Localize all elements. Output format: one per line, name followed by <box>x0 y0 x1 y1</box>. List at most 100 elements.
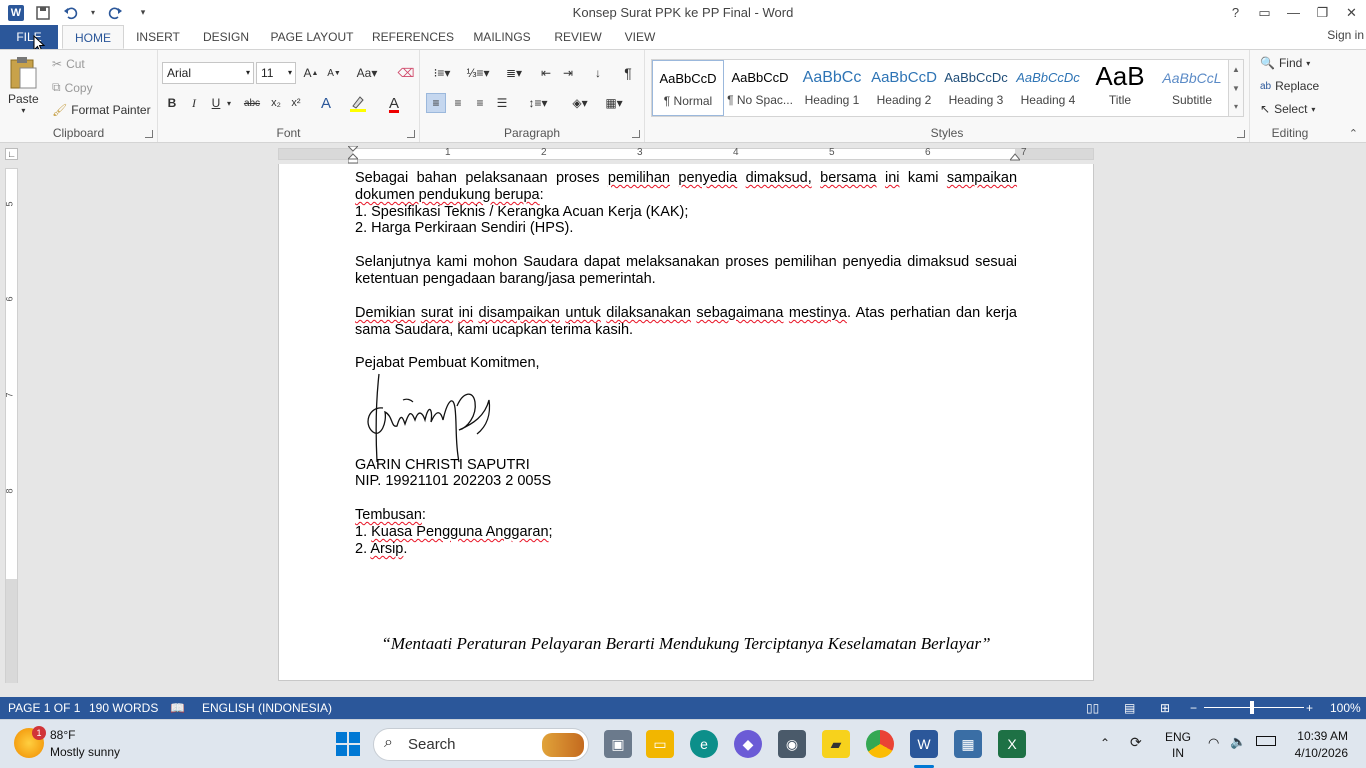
redo-icon[interactable] <box>106 4 124 22</box>
align-left-icon[interactable]: ≡ <box>426 93 446 113</box>
weather-temp[interactable]: 88°F <box>50 728 75 742</box>
save-icon[interactable] <box>34 4 52 22</box>
bullets-icon[interactable]: ⁝≡▾ <box>426 63 458 83</box>
styles-launcher-icon[interactable] <box>1237 130 1245 138</box>
word-logo-icon[interactable]: W <box>8 4 24 21</box>
tab-design[interactable]: DESIGN <box>199 25 253 49</box>
borders-icon[interactable]: ▦▾ <box>600 93 628 113</box>
line-spacing-icon[interactable]: ↕≡▾ <box>524 93 552 113</box>
list-item[interactable]: 2. Harga Perkiraan Sendiri (HPS). <box>355 220 1017 237</box>
format-painter-button[interactable]: 🖌 Format Painter <box>52 103 151 117</box>
chrome-icon[interactable] <box>866 730 894 758</box>
increase-indent-icon[interactable]: ⇥ <box>558 63 578 83</box>
text-effects-icon[interactable]: A <box>316 93 336 113</box>
zoom-slider-thumb[interactable] <box>1250 701 1254 714</box>
cc-item[interactable]: 1. Kuasa Pengguna Anggaran; <box>355 524 1017 541</box>
zoom-out-icon[interactable]: − <box>1190 701 1197 715</box>
language-indicator[interactable]: ENGLISH (INDONESIA) <box>202 701 332 715</box>
paragraph-launcher-icon[interactable] <box>632 130 640 138</box>
show-hidden-icons[interactable]: ⌃ <box>1100 736 1110 750</box>
task-view-icon[interactable]: ▣ <box>604 730 632 758</box>
paragraph-request[interactable]: Selanjutnya kami mohon Saudara dapat mel… <box>355 254 1017 288</box>
web-layout-icon[interactable]: ⊞ <box>1160 701 1170 715</box>
cc-item[interactable]: 2. Arsip. <box>355 541 1017 558</box>
tab-review[interactable]: REVIEW <box>550 25 606 49</box>
file-explorer-icon[interactable]: ▭ <box>646 730 674 758</box>
style-heading-4[interactable]: AaBbCcDc Heading 4 <box>1012 60 1084 116</box>
taskbar-search[interactable]: ⌕ Search <box>373 728 589 761</box>
style-heading-3[interactable]: AaBbCcDc Heading 3 <box>940 60 1012 116</box>
weather-description[interactable]: Mostly sunny <box>50 745 120 759</box>
paragraph-intro[interactable]: Sebagai bahan pelaksanaan proses pemilih… <box>355 170 1017 204</box>
lang-primary[interactable]: ENG <box>1165 730 1191 744</box>
sort-icon[interactable]: ↓ <box>588 63 608 83</box>
decrease-indent-icon[interactable]: ⇤ <box>536 63 556 83</box>
undo-dropdown-icon[interactable]: ▾ <box>90 4 96 22</box>
font-launcher-icon[interactable] <box>407 130 415 138</box>
camera-icon[interactable]: ◉ <box>778 730 806 758</box>
copilot-icon[interactable]: ◆ <box>734 730 762 758</box>
clear-formatting-icon[interactable]: ⌫ <box>396 63 416 83</box>
tab-selector-icon[interactable]: ∟ <box>5 148 18 160</box>
ribbon-display-icon[interactable]: ▭ <box>1250 0 1279 25</box>
tab-page-layout[interactable]: PAGE LAYOUT <box>268 25 356 49</box>
sync-icon[interactable]: ⟳ <box>1130 734 1142 751</box>
footer-quote[interactable]: “Mentaati Peraturan Pelayaran Berarti Me… <box>279 634 1093 654</box>
sticky-notes-icon[interactable]: ▰ <box>822 730 850 758</box>
select-button[interactable]: ↖ Select ▾ <box>1260 102 1315 116</box>
wifi-icon[interactable]: ◠ <box>1208 735 1219 751</box>
style-normal[interactable]: AaBbCcD ¶ Normal <box>652 60 724 116</box>
strikethrough-button[interactable]: abc <box>240 93 264 113</box>
superscript-icon[interactable]: x² <box>286 93 306 113</box>
paragraph-closing[interactable]: Demikian surat ini disampaikan untuk dil… <box>355 305 1017 339</box>
show-formatting-icon[interactable]: ¶ <box>618 63 638 83</box>
help-icon[interactable]: ? <box>1221 0 1250 25</box>
collapse-ribbon-icon[interactable]: ⌃ <box>1349 127 1358 140</box>
minimize-button[interactable]: — <box>1279 0 1308 25</box>
vertical-ruler[interactable]: 5 6 7 8 <box>5 168 18 683</box>
multilevel-list-icon[interactable]: ≣▾ <box>498 63 530 83</box>
change-case-icon[interactable]: Aa▾ <box>354 63 380 83</box>
italic-button[interactable]: I <box>184 93 204 113</box>
undo-icon[interactable] <box>62 4 80 22</box>
copy-button[interactable]: ⧉ Copy <box>52 80 93 95</box>
horizontal-ruler[interactable]: 1 2 3 4 5 6 7 <box>278 146 1094 164</box>
edge-icon[interactable]: e <box>690 730 718 758</box>
excel-icon[interactable]: X <box>998 730 1026 758</box>
zoom-level[interactable]: 100% <box>1330 701 1361 715</box>
calculator-icon[interactable]: ▦ <box>954 730 982 758</box>
shrink-font-icon[interactable]: A ▼ <box>324 63 344 83</box>
clock-time[interactable]: 10:39 AM <box>1294 729 1348 743</box>
customize-qat-icon[interactable]: ▾ <box>134 4 152 22</box>
tembusan-heading[interactable]: Tembusan: <box>355 507 1017 524</box>
tab-home[interactable]: HOME <box>62 25 124 49</box>
document-page[interactable]: Sebagai bahan pelaksanaan proses pemilih… <box>278 164 1094 681</box>
align-center-icon[interactable]: ≡ <box>448 93 468 113</box>
style-no-spacing[interactable]: AaBbCcD ¶ No Spac... <box>724 60 796 116</box>
zoom-slider[interactable] <box>1204 707 1304 708</box>
justify-icon[interactable]: ☰ <box>492 93 512 113</box>
tab-file[interactable]: FILE <box>0 25 58 49</box>
highlight-color-icon[interactable] <box>348 93 368 113</box>
underline-button[interactable]: U <box>206 93 226 113</box>
clock-date[interactable]: 4/10/2026 <box>1290 746 1348 760</box>
grow-font-icon[interactable]: A ▲ <box>301 63 321 83</box>
proofing-icon[interactable]: 📖 <box>170 701 185 715</box>
bold-button[interactable]: B <box>162 93 182 113</box>
restore-button[interactable]: ❐ <box>1308 0 1337 25</box>
style-heading-2[interactable]: AaBbCcD Heading 2 <box>868 60 940 116</box>
styles-gallery-scroll[interactable]: ▲ ▼ ▾ <box>1228 59 1244 117</box>
style-title[interactable]: AaB Title <box>1084 60 1156 116</box>
close-button[interactable]: ✕ <box>1337 0 1366 25</box>
word-count[interactable]: 190 WORDS <box>89 701 158 715</box>
tab-insert[interactable]: INSERT <box>132 25 184 49</box>
zoom-in-icon[interactable]: + <box>1306 701 1313 715</box>
closing-title[interactable]: Pejabat Pembuat Komitmen, <box>355 355 1017 372</box>
list-item[interactable]: 1. Spesifikasi Teknis / Kerangka Acuan K… <box>355 204 1017 221</box>
shading-icon[interactable]: ◈▾ <box>566 93 594 113</box>
volume-icon[interactable]: 🔈 <box>1230 734 1246 750</box>
replace-button[interactable]: ab Replace <box>1260 79 1319 93</box>
paste-dropdown-icon[interactable]: ▾ <box>21 107 25 115</box>
cut-button[interactable]: ✂ Cut <box>52 57 85 71</box>
read-mode-icon[interactable]: ▯▯ <box>1086 701 1099 715</box>
